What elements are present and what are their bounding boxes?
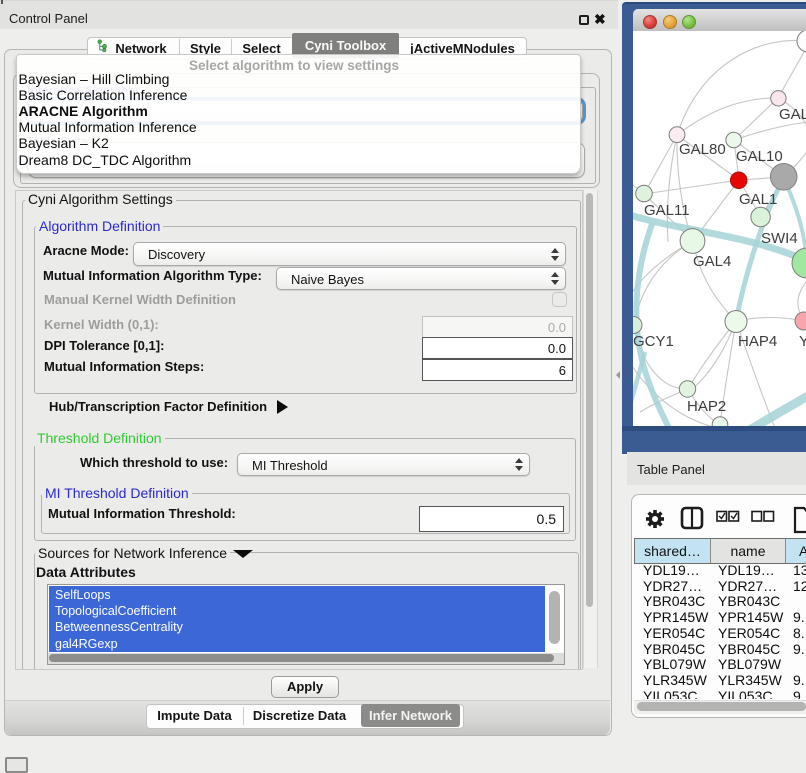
svg-text:SWI4: SWI4 [761,230,798,247]
svg-text:GAL4: GAL4 [693,253,731,270]
svg-text:YB: YB [799,333,806,350]
svg-text:GAL10: GAL10 [736,148,783,165]
svg-text:HAP4: HAP4 [738,333,777,350]
svg-text:GAL80: GAL80 [679,141,726,158]
svg-text:GAL7: GAL7 [779,106,806,123]
svg-text:HAP2: HAP2 [687,398,726,415]
svg-text:GCY1: GCY1 [633,333,674,350]
svg-text:GAL1: GAL1 [739,191,777,208]
svg-text:GAL11: GAL11 [644,202,690,219]
